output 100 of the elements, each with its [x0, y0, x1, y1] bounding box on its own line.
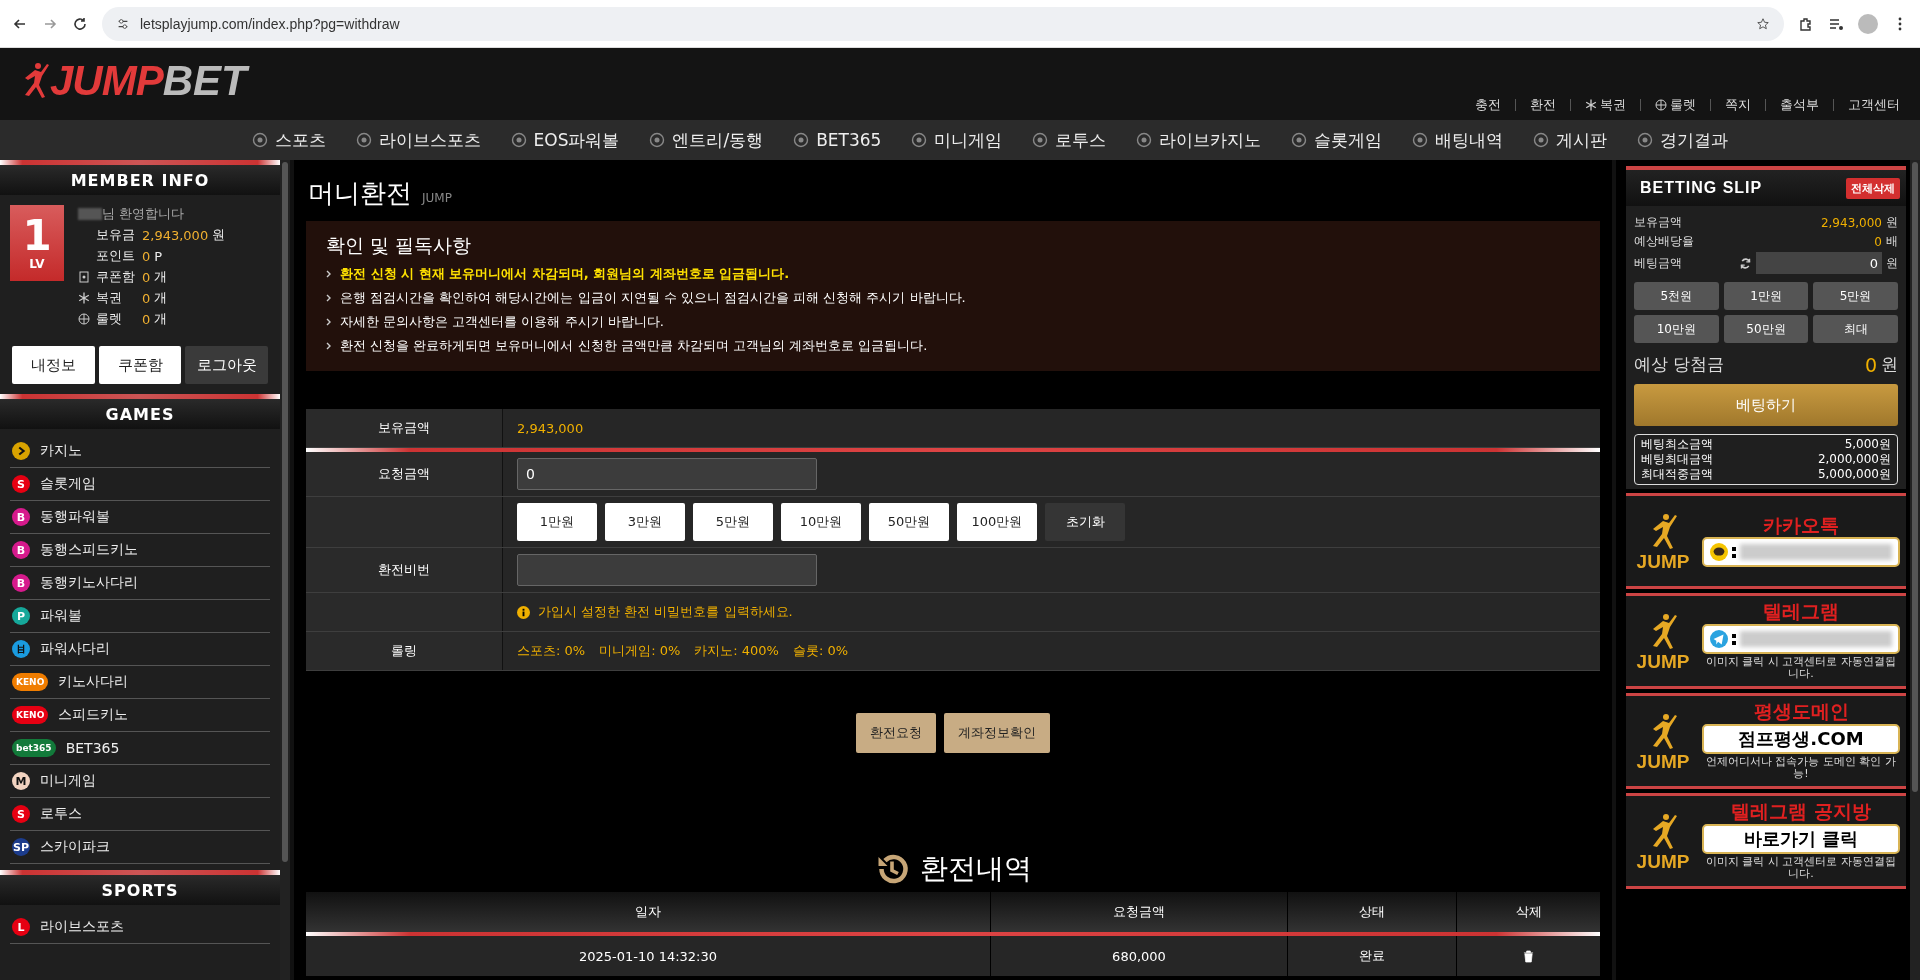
notice-text: 환전 신청 시 현재 보유머니에서 차감되며, 회원님의 계좌번호로 입금됩니다. — [340, 265, 790, 283]
game-menu-item[interactable]: S 슬롯게임 — [10, 468, 270, 501]
reload-icon[interactable] — [72, 15, 88, 32]
slip-label: 베팅금액 — [1634, 254, 1683, 272]
rolling-rate: 스포츠: 0% — [517, 642, 586, 660]
bet-amount-button[interactable]: 10만원 — [1634, 315, 1719, 343]
game-badge-icon: P — [12, 607, 30, 625]
game-menu-item[interactable]: bet365 BET365 — [10, 732, 270, 765]
promo-banner[interactable]: JUMP 텔레그램 이미지 클릭 시 고객센터로 자동연결됩니다. — [1626, 593, 1906, 689]
nav-menu-item[interactable]: 라이브카지노 — [1136, 128, 1262, 152]
reset-button[interactable]: 초기화 — [1045, 503, 1125, 541]
game-badge-icon: B — [12, 574, 30, 592]
nav-menu-item[interactable]: 라이브스포츠 — [355, 128, 481, 152]
game-badge-icon: KENO — [12, 706, 49, 724]
level-badge: 1 LV — [10, 205, 64, 281]
limit-label: 베팅최소금액 — [1641, 437, 1713, 452]
game-menu-item[interactable]: 파워사다리 — [10, 633, 270, 666]
game-menu-item[interactable]: 카지노 — [10, 435, 270, 468]
column-header: 삭제 — [1514, 903, 1543, 921]
welcome-text: 님 환영합니다 — [102, 205, 185, 223]
nav-menu-item[interactable]: 게시판 — [1533, 128, 1608, 152]
member-button[interactable]: 로그아웃 — [185, 346, 268, 384]
nav-menu-item[interactable]: 미니게임 — [911, 128, 1003, 152]
game-menu-item[interactable]: SP 스카이파크 — [10, 831, 270, 864]
stat-value: 2,943,000 — [142, 227, 209, 243]
top-menu-link[interactable]: 룰렛 — [1655, 96, 1696, 114]
bet-amount-button[interactable]: 5만원 — [1813, 282, 1898, 310]
nav-menu-item[interactable]: 로투스 — [1032, 128, 1107, 152]
bet-amount-button[interactable]: 1만원 — [1723, 282, 1809, 310]
site-settings-icon[interactable] — [116, 16, 130, 31]
paper-plane-icon — [1710, 629, 1728, 648]
game-menu-item[interactable]: KENO 스피드키노 — [10, 699, 270, 732]
rolling-rate: 미니게임: 0% — [599, 642, 681, 660]
top-menu-link[interactable]: 고객센터 — [1848, 96, 1900, 114]
amount-input-field[interactable]: 0 — [517, 458, 817, 490]
member-button[interactable]: 내정보 — [12, 346, 95, 384]
top-menu-link[interactable]: 충전 — [1475, 96, 1501, 114]
top-menu-link[interactable]: 복권 — [1585, 96, 1626, 114]
notice-title: 확인 및 필독사항 — [326, 233, 473, 258]
game-menu-item[interactable]: L 라이브스포츠 — [10, 911, 270, 944]
game-menu-item[interactable]: S 로투스 — [10, 798, 270, 831]
colon-icon — [1732, 631, 1736, 646]
rolling-rate: 슬롯: 0% — [792, 642, 849, 660]
limit-value: 2,000,000원 — [1817, 452, 1891, 467]
game-menu-item[interactable]: KENO 키노사다리 — [10, 666, 270, 699]
amount-button[interactable]: 1만원 — [517, 503, 597, 541]
stat-unit: P — [154, 248, 163, 264]
slip-unit: 배 — [1886, 233, 1898, 250]
bet-amount-button[interactable]: 최대 — [1813, 315, 1898, 343]
trash-icon[interactable] — [1523, 949, 1534, 963]
bet-amount-input-field[interactable]: 0 — [1756, 252, 1882, 274]
top-menu-link[interactable]: 쪽지 — [1725, 96, 1751, 114]
bookmark-star-icon[interactable] — [1756, 16, 1770, 31]
section-header: SPORTS — [0, 875, 280, 905]
nav-menu-item[interactable]: BET365 — [793, 130, 882, 150]
nav-menu-item[interactable]: 슬롯게임 — [1291, 128, 1383, 152]
stat-unit: 개 — [154, 268, 168, 286]
game-menu-item[interactable]: B 동행파워볼 — [10, 501, 270, 534]
bullet-icon — [326, 318, 332, 326]
bet-amount-button[interactable]: 50만원 — [1723, 315, 1809, 343]
amount-button[interactable]: 3만원 — [605, 503, 685, 541]
action-button[interactable]: 계좌정보확인 — [944, 713, 1050, 753]
game-menu-item[interactable]: B 동행스피드키노 — [10, 534, 270, 567]
clear-all-button[interactable]: 전체삭제 — [1846, 177, 1900, 199]
stat-value: 0 — [142, 248, 151, 264]
top-menu-link[interactable]: 출석부 — [1780, 96, 1819, 114]
amount-button[interactable]: 5만원 — [693, 503, 773, 541]
stat-label: 보유금 — [96, 226, 136, 244]
notice-text: 환전 신청을 완료하게되면 보유머니에서 신청한 금액만큼 차감되며 고객님의 계좌번호로 입금됩니다. — [340, 337, 928, 355]
bet-amount-button[interactable]: 5천원 — [1634, 282, 1719, 310]
logo-text: JUMP — [50, 57, 163, 105]
game-menu-item[interactable]: M 미니게임 — [10, 765, 270, 798]
amount-button[interactable]: 100만원 — [957, 503, 1037, 541]
extensions-icon[interactable] — [1798, 15, 1814, 32]
promo-banner[interactable]: JUMP 카카오톡 — [1626, 493, 1906, 589]
nav-menu-item[interactable]: 경기결과 — [1637, 128, 1729, 152]
refresh-icon[interactable] — [1739, 256, 1752, 270]
promo-banner[interactable]: JUMP 텔레그램 공지방 바로가기 클릭 이미지 클릭 시 고객센터로 자동연결됩니다. — [1626, 793, 1906, 889]
game-badge-icon: B — [12, 541, 30, 559]
banner-logo-text: JUMP — [1636, 651, 1690, 671]
address-bar[interactable]: letsplayjump.com/index.php?pg=withdraw — [102, 6, 1784, 41]
member-button[interactable]: 쿠폰함 — [98, 346, 182, 384]
nav-menu-item[interactable]: 배팅내역 — [1412, 128, 1504, 152]
wheel-icon — [78, 313, 90, 325]
top-menu-link[interactable]: 환전 — [1530, 96, 1556, 114]
slip-title: BETTING SLIP — [1640, 179, 1763, 197]
limit-value: 5,000,000원 — [1817, 467, 1891, 482]
password-input-field[interactable] — [517, 554, 817, 586]
slip-label: 예상배당율 — [1634, 233, 1695, 250]
nav-menu-item[interactable]: 스포츠 — [251, 128, 326, 152]
nav-menu-item[interactable]: 엔트리/동행 — [649, 128, 764, 152]
banner-text-pill: 점프평생.COM — [1702, 723, 1900, 754]
url-text: letsplayjump.com/index.php?pg=withdraw — [140, 15, 401, 32]
amount-button[interactable]: 10만원 — [781, 503, 861, 541]
action-button[interactable]: 환전요청 — [856, 713, 936, 753]
amount-button[interactable]: 50만원 — [869, 503, 949, 541]
nav-menu-item[interactable]: EOS파워볼 — [510, 128, 620, 152]
promo-banner[interactable]: JUMP 평생도메인 점프평생.COM 언제어디서나 접속가능 도메인 확인 가능! — [1626, 693, 1906, 789]
game-menu-item[interactable]: P 파워볼 — [10, 600, 270, 633]
game-menu-item[interactable]: B 동행키노사다리 — [10, 567, 270, 600]
